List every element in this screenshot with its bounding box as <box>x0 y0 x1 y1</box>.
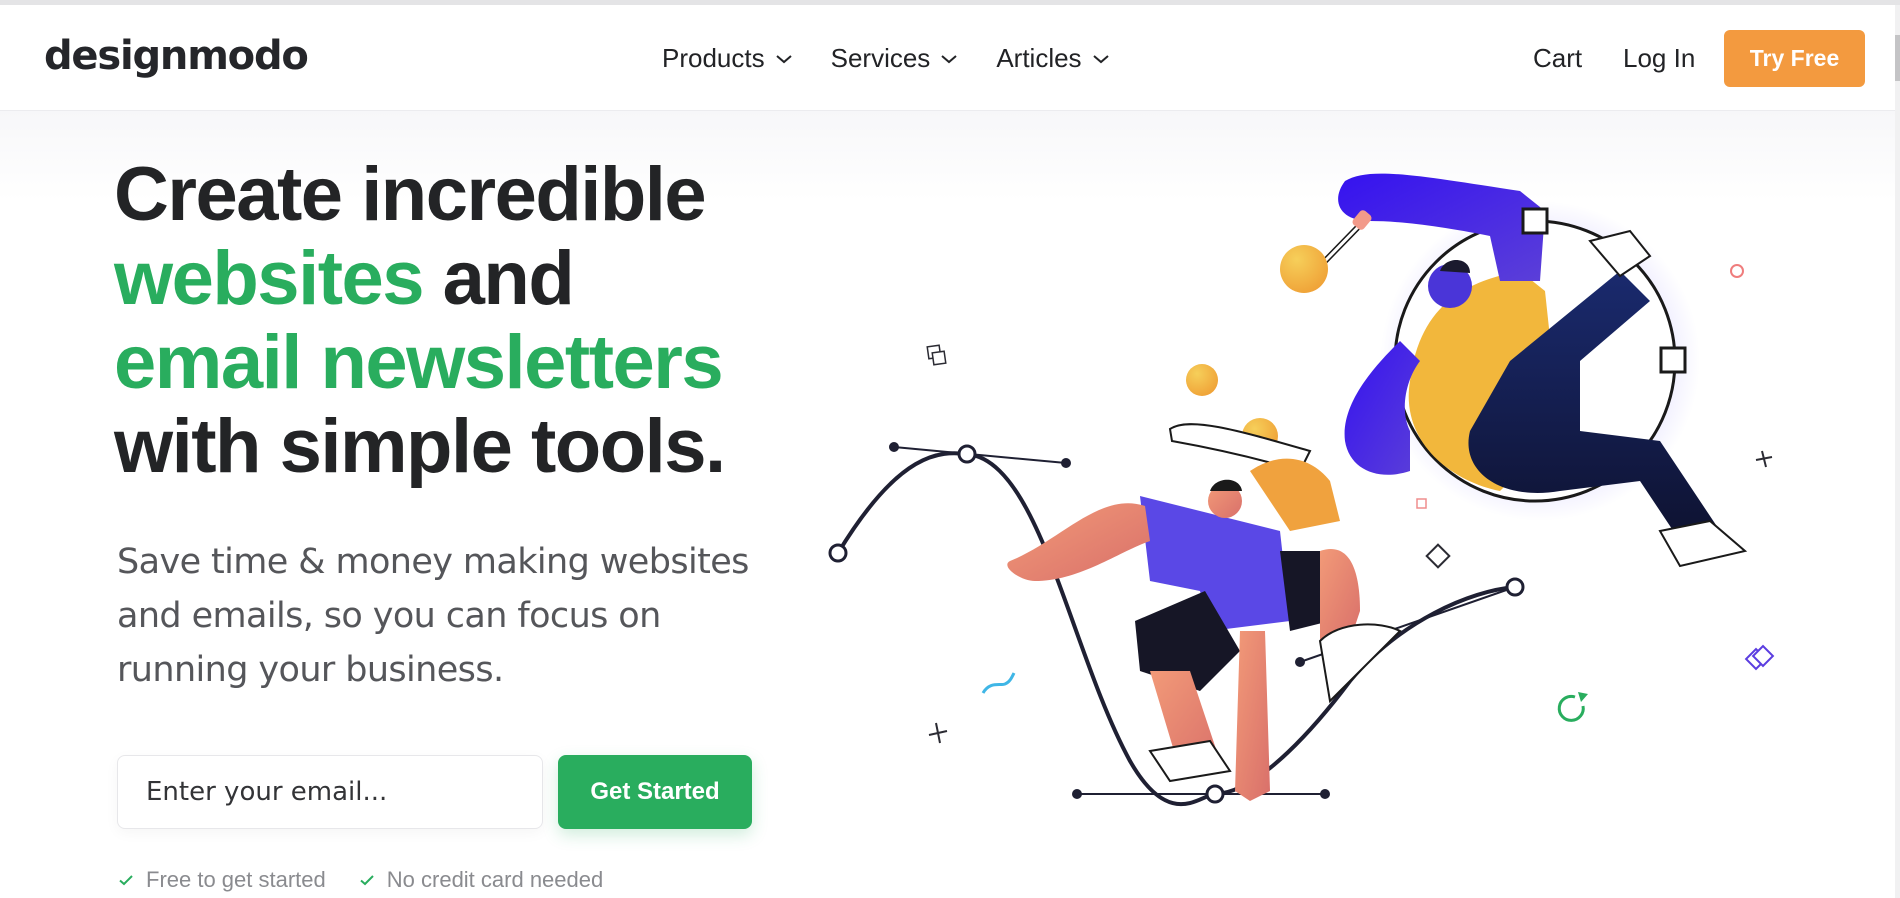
squiggle-icon-deco <box>981 672 1016 694</box>
frame-handle <box>1521 207 1549 235</box>
nav-products[interactable]: Products <box>662 43 793 74</box>
scrollbar-thumb[interactable] <box>1895 35 1900 81</box>
headline-and: and <box>423 236 575 321</box>
yellow-ball <box>1242 418 1278 454</box>
plus-icon-deco <box>928 450 1773 744</box>
skater-head <box>1208 484 1242 518</box>
get-started-button[interactable]: Get Started <box>558 755 752 829</box>
arm-lower <box>1344 341 1420 475</box>
square-icon-deco <box>1416 498 1427 509</box>
refresh-icon-deco <box>1557 692 1588 722</box>
nav-articles[interactable]: Articles <box>996 43 1109 74</box>
headline-highlight-websites: websites <box>114 236 425 321</box>
torso <box>1408 271 1560 491</box>
layers-icon-deco <box>1744 644 1775 671</box>
nav-products-label: Products <box>662 43 765 73</box>
hero-headline: Create incredible websites and email new… <box>114 152 726 489</box>
shorts <box>1135 591 1240 691</box>
diamond-icon-deco <box>1425 543 1451 569</box>
nav-services-label: Services <box>830 43 931 73</box>
chevron-down-icon <box>941 54 957 63</box>
circle-icon-deco <box>1730 264 1744 278</box>
arm-raised <box>1338 173 1545 281</box>
arm-left <box>1007 503 1150 581</box>
glow <box>1380 201 1700 521</box>
hero-subtitle: Save time & money making websites and em… <box>117 542 749 690</box>
benefit-item: No credit card needed <box>359 867 603 893</box>
email-input[interactable] <box>117 755 543 829</box>
copy-icon-deco <box>926 344 947 366</box>
yellow-ball <box>1280 245 1328 293</box>
try-free-button[interactable]: Try Free <box>1724 30 1865 87</box>
main-nav: Products Services Articles <box>662 43 1148 74</box>
benefit-item: Free to get started <box>118 867 326 893</box>
bezier-curve <box>836 451 1516 807</box>
scrollbar[interactable] <box>1895 5 1900 898</box>
chevron-down-icon <box>1092 54 1109 63</box>
hero-section: Create incredible websites and email new… <box>0 111 1895 898</box>
benefits-list: Free to get started No credit card neede… <box>118 867 636 893</box>
check-icon <box>119 875 133 886</box>
cart-link[interactable]: Cart <box>1533 43 1582 74</box>
circle-frame <box>1393 219 1677 503</box>
headline-line-1: Create incredible <box>114 152 707 237</box>
legs <box>1468 271 1720 541</box>
check-icon <box>360 875 374 886</box>
head <box>1428 264 1472 308</box>
arm-right <box>1235 631 1270 801</box>
headline-line-4: with simple tools. <box>114 404 726 489</box>
nav-services[interactable]: Services <box>831 43 959 74</box>
bezier-handles <box>893 446 1516 795</box>
chevron-down-icon <box>775 54 792 63</box>
login-link[interactable]: Log In <box>1623 43 1695 74</box>
headline-highlight-newsletters: email newsletters <box>114 320 724 405</box>
frame-handle <box>1659 346 1687 374</box>
yellow-ball <box>1186 364 1218 396</box>
site-header: designmodo Products Services Articles Ca… <box>0 5 1895 111</box>
logo[interactable]: designmodo <box>44 33 309 79</box>
bezier-nodes <box>828 442 1525 804</box>
nav-articles-label: Articles <box>996 43 1082 73</box>
benefit-label: Free to get started <box>146 867 326 892</box>
shirt <box>1140 496 1290 631</box>
benefit-label: No credit card needed <box>386 867 604 892</box>
